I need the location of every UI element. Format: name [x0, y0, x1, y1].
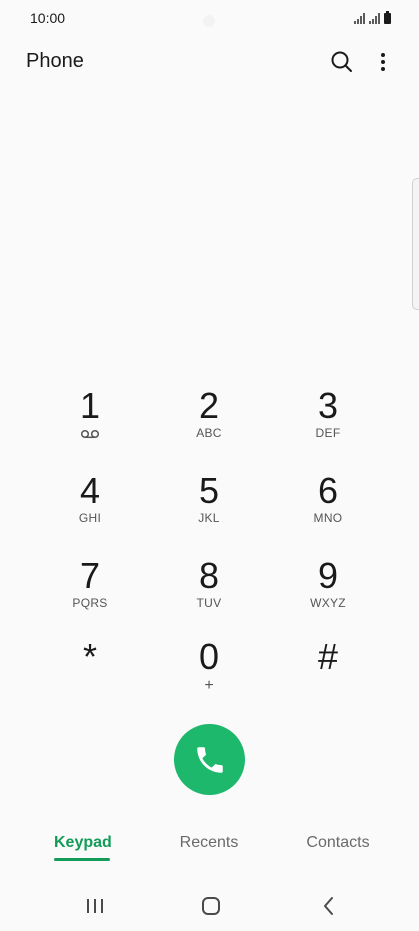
status-time: 10:00: [30, 10, 66, 26]
key-letters: DEF: [315, 426, 341, 440]
key-letters: GHI: [78, 511, 102, 525]
home-button[interactable]: [199, 894, 223, 918]
key-digit: 0: [198, 636, 220, 677]
key-digit: 2: [198, 385, 220, 426]
key-5[interactable]: 5 JKL: [159, 471, 259, 541]
key-2[interactable]: 2 ABC: [159, 386, 259, 456]
key-hash[interactable]: #: [278, 637, 378, 707]
status-icons: [354, 11, 391, 24]
key-digit: 4: [79, 470, 101, 511]
key-4[interactable]: 4 GHI: [40, 471, 140, 541]
phone-app-screen: 10:00 Phone 1 2 ABC 3 DEF 4 GHI 5 JKL 6 …: [0, 0, 419, 931]
key-letters: PQRS: [72, 596, 108, 610]
bottom-tabs: Keypad Recents Contacts: [0, 826, 419, 866]
page-title: Phone: [26, 50, 84, 72]
key-letters: +: [204, 677, 214, 694]
key-3[interactable]: 3 DEF: [278, 386, 378, 456]
key-7[interactable]: 7 PQRS: [40, 556, 140, 626]
edge-panel-handle[interactable]: [412, 178, 419, 310]
battery-icon: [384, 11, 391, 24]
home-icon: [202, 897, 220, 915]
recent-apps-icon: [87, 899, 103, 913]
more-vertical-icon: [381, 53, 385, 71]
key-9[interactable]: 9 WXYZ: [278, 556, 378, 626]
key-letters: TUV: [196, 596, 222, 610]
back-button[interactable]: [317, 894, 341, 918]
signal-icon: [369, 13, 380, 24]
more-options-button[interactable]: [372, 48, 394, 76]
phone-icon: [196, 746, 223, 773]
back-icon: [324, 897, 333, 915]
call-button[interactable]: [174, 724, 245, 795]
key-8[interactable]: 8 TUV: [159, 556, 259, 626]
key-digit: #: [317, 636, 339, 677]
active-tab-indicator: [54, 858, 110, 861]
search-button[interactable]: [328, 48, 356, 76]
key-digit: *: [82, 636, 97, 677]
key-letters: WXYZ: [310, 596, 346, 610]
key-letters: JKL: [198, 511, 220, 525]
voicemail-icon: [80, 429, 100, 439]
key-digit: 8: [198, 555, 220, 596]
tab-keypad[interactable]: Keypad: [54, 834, 112, 852]
key-1[interactable]: 1: [40, 386, 140, 456]
app-bar: Phone: [0, 44, 419, 80]
status-bar: 10:00: [0, 0, 419, 36]
key-digit: 7: [79, 555, 101, 596]
key-digit: 5: [198, 470, 220, 511]
search-icon: [331, 51, 352, 72]
signal-icon: [354, 13, 365, 24]
key-6[interactable]: 6 MNO: [278, 471, 378, 541]
key-digit: 1: [79, 385, 101, 426]
key-digit: 6: [317, 470, 339, 511]
key-digit: 3: [317, 385, 339, 426]
front-camera: [203, 15, 215, 27]
key-letters: ABC: [196, 426, 222, 440]
key-0[interactable]: 0 +: [159, 637, 259, 707]
tab-contacts[interactable]: Contacts: [302, 834, 374, 852]
tab-recents[interactable]: Recents: [172, 834, 246, 852]
recent-apps-button[interactable]: [83, 894, 107, 918]
navigation-bar: [0, 886, 419, 926]
key-letters: MNO: [313, 511, 343, 525]
key-digit: 9: [317, 555, 339, 596]
key-star[interactable]: *: [40, 637, 140, 707]
